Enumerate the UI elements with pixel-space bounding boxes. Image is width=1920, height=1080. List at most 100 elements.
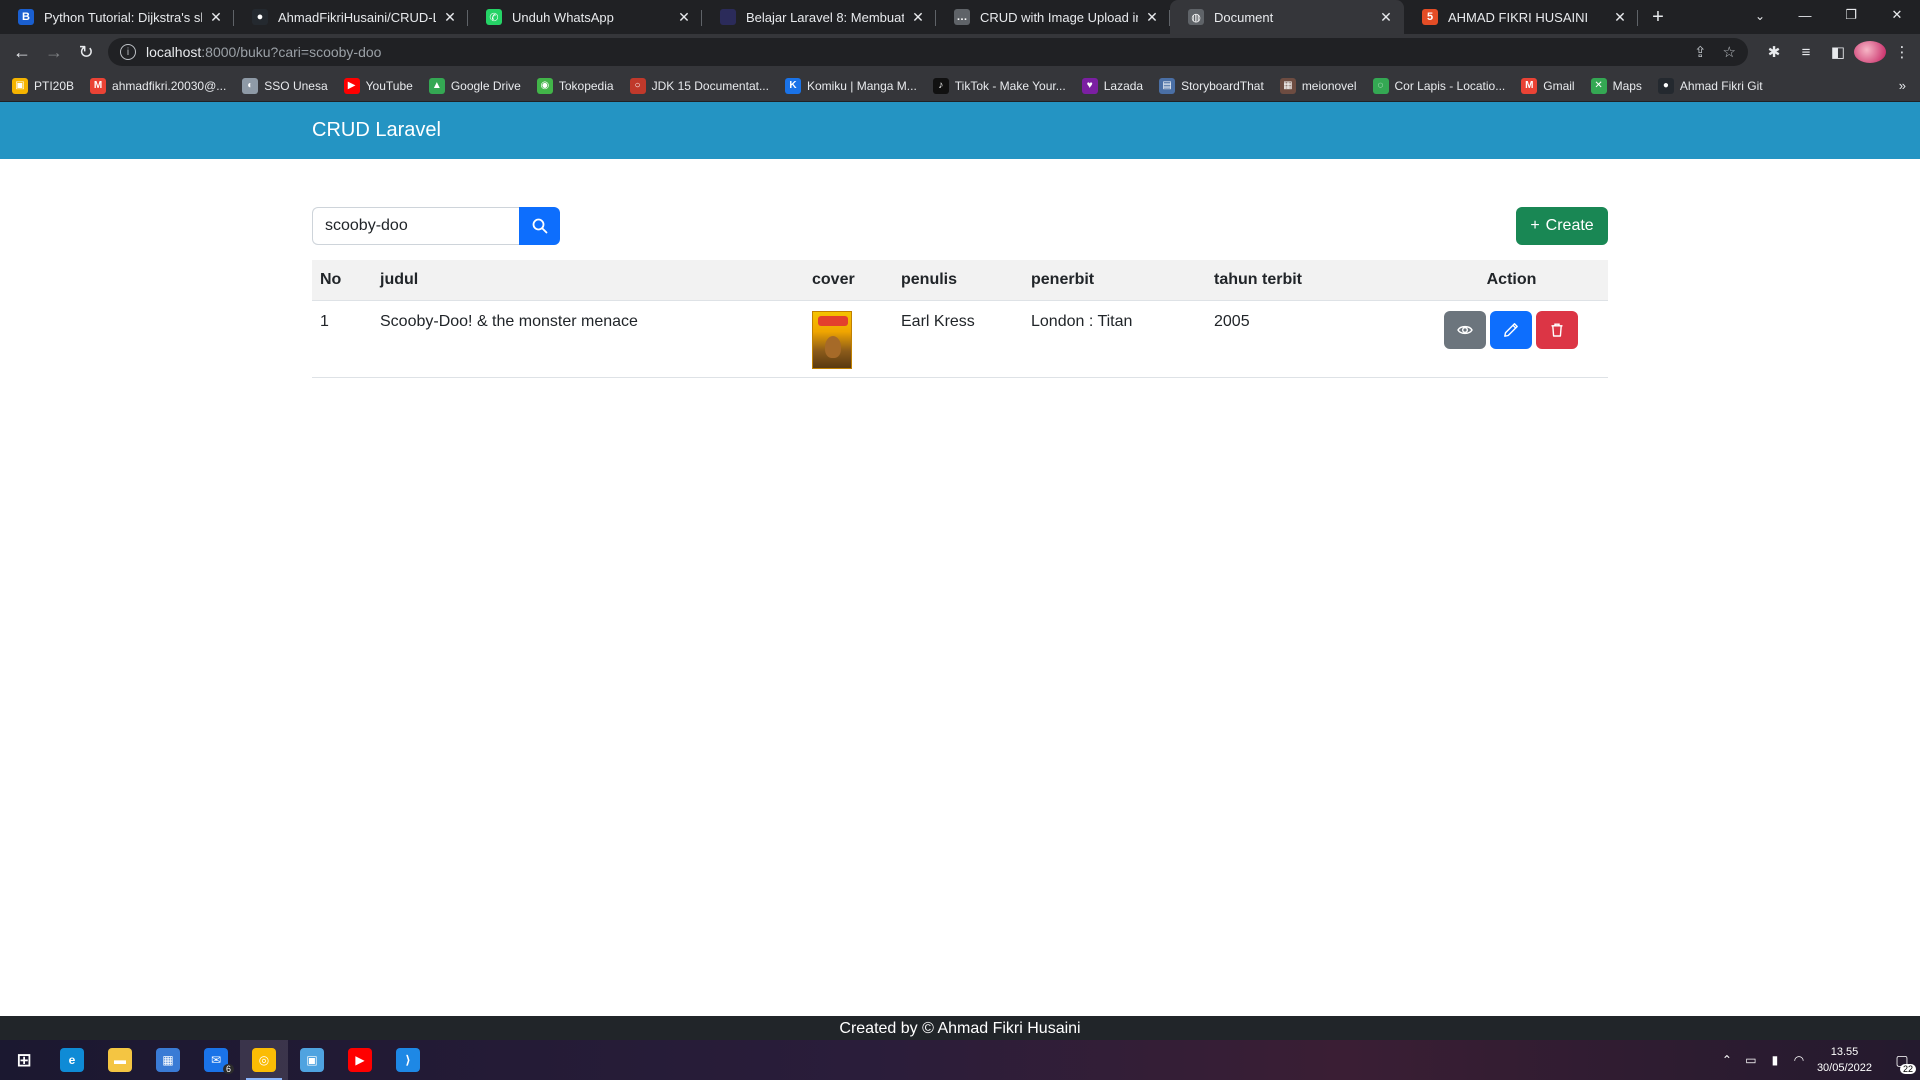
header-no: No <box>312 260 372 301</box>
tab-title: Document <box>1214 9 1274 25</box>
tab-close-icon[interactable]: ✕ <box>208 9 224 26</box>
create-button[interactable]: + Create <box>1516 207 1608 245</box>
bookmark-item[interactable]: ◉ Tokopedia <box>536 77 614 94</box>
browser-tab[interactable]: ◍ Document ✕ <box>1170 0 1404 34</box>
bookmark-label: Gmail <box>1543 78 1575 93</box>
search-input[interactable] <box>312 207 519 245</box>
tray-overflow-icon[interactable]: ⌃ <box>1715 1053 1739 1067</box>
tab-close-icon[interactable]: ✕ <box>1612 9 1628 26</box>
bookmark-item[interactable]: ✕ Maps <box>1590 77 1642 94</box>
bootstrap-b-icon: B <box>18 9 34 25</box>
youtube-app-icon: ▶ <box>348 1048 372 1072</box>
file-explorer-icon: ▬ <box>108 1048 132 1072</box>
app-badge: 6 <box>222 1064 234 1074</box>
new-tab-button[interactable]: + <box>1642 0 1674 34</box>
taskbar-app[interactable]: ▶ <box>336 1040 384 1080</box>
header-penerbit: penerbit <box>1023 260 1206 301</box>
bookmark-item[interactable]: ▶ YouTube <box>343 77 413 94</box>
create-button-label: Create <box>1545 217 1594 234</box>
header-penulis: penulis <box>893 260 1023 301</box>
navbar-brand[interactable]: CRUD Laravel <box>312 119 441 142</box>
bookmark-favicon-icon: ◌ <box>1372 77 1389 94</box>
bookmark-item[interactable]: ▦ meionovel <box>1279 77 1357 94</box>
bookmark-favicon-icon: ▦ <box>1279 77 1296 94</box>
forward-icon[interactable]: → <box>38 37 70 67</box>
battery-icon[interactable]: ▮ <box>1763 1053 1787 1067</box>
minimize-icon[interactable]: — <box>1782 0 1828 30</box>
bookmark-item[interactable]: ○ JDK 15 Documentat... <box>629 77 769 94</box>
meet-now-icon[interactable]: ▭ <box>1739 1053 1763 1067</box>
tab-close-icon[interactable]: ✕ <box>910 9 926 26</box>
tab-close-icon[interactable]: ✕ <box>1144 9 1160 26</box>
bookmark-label: PTI20B <box>34 78 75 93</box>
bookmark-favicon-icon: ○ <box>629 77 646 94</box>
bookmark-item[interactable]: ▣ PTI20B <box>12 77 75 94</box>
bookmark-item[interactable]: ♪ TikTok - Make Your... <box>932 77 1066 94</box>
reload-icon[interactable]: ↻ <box>70 37 102 67</box>
edit-button[interactable] <box>1490 310 1532 349</box>
extensions-icon[interactable]: ✱ <box>1758 43 1790 61</box>
edge-icon: e <box>60 1048 84 1072</box>
tab-close-icon[interactable]: ✕ <box>676 9 692 26</box>
chrome-icon: ◎ <box>252 1048 276 1072</box>
bookmark-item[interactable]: Mahmadfikri.20030@... <box>90 77 226 94</box>
bookmark-item[interactable]: ♥ Lazada <box>1081 77 1144 94</box>
menu-kebab-icon[interactable]: ⋮ <box>1886 43 1918 61</box>
reading-list-icon[interactable]: ≡ <box>1790 44 1822 61</box>
browser-tab[interactable]: ● AhmadFikriHusaini/CRUD-Larav ✕ <box>234 0 468 34</box>
share-icon[interactable]: ⇪ <box>1694 43 1707 61</box>
bookmark-item[interactable]: ● Ahmad Fikri Git <box>1657 77 1763 94</box>
bookmark-item[interactable]: M Gmail <box>1521 77 1575 94</box>
taskbar-app[interactable]: ⊞ <box>0 1040 48 1080</box>
browser-tab[interactable]: B Python Tutorial: Dijkstra's shorte ✕ <box>0 0 234 34</box>
browser-tab[interactable]: Belajar Laravel 8: Membuat Aplik ✕ <box>702 0 936 34</box>
close-window-icon[interactable]: ✕ <box>1874 0 1920 30</box>
browser-tab[interactable]: … CRUD with Image Upload in Lar ✕ <box>936 0 1170 34</box>
bookmark-label: Ahmad Fikri Git <box>1679 78 1763 93</box>
browser-tab[interactable]: 5 AHMAD FIKRI HUSAINI ✕ <box>1404 0 1638 34</box>
search-button[interactable] <box>519 207 560 245</box>
bookmark-favicon-icon: ▣ <box>12 77 28 94</box>
back-icon[interactable]: ← <box>6 37 38 67</box>
bookmark-star-icon[interactable]: ☆ <box>1723 43 1736 61</box>
tab-close-icon[interactable]: ✕ <box>1378 9 1394 26</box>
bookmark-label: Cor Lapis - Locatio... <box>1394 78 1506 93</box>
tab-search-icon[interactable]: ⌄ <box>1748 4 1772 28</box>
bookmark-item[interactable]: ◐ SSO Unesa <box>242 77 328 94</box>
store-icon: ▦ <box>156 1048 180 1072</box>
taskbar-app[interactable]: e <box>48 1040 96 1080</box>
bookmark-item[interactable]: K Komiku | Manga M... <box>784 77 917 94</box>
taskbar-app[interactable]: ▣ <box>288 1040 336 1080</box>
html5-icon: 5 <box>1422 9 1438 25</box>
taskbar-app[interactable]: ◎ <box>240 1040 288 1080</box>
tab-title: Python Tutorial: Dijkstra's shorte <box>44 9 202 25</box>
bookmark-label: Lazada <box>1103 78 1144 93</box>
cell-action <box>1415 300 1608 378</box>
bookmark-item[interactable]: ▤ StoryboardThat <box>1159 77 1264 94</box>
taskbar-app[interactable]: ▬ <box>96 1040 144 1080</box>
trash-icon <box>1551 323 1563 337</box>
wifi-icon[interactable]: ◠ <box>1787 1053 1811 1067</box>
site-info-icon[interactable]: i <box>120 44 136 60</box>
url-host: localhost <box>146 44 202 60</box>
browser-tab[interactable]: ✆ Unduh WhatsApp ✕ <box>468 0 702 34</box>
cell-penerbit: London : Titan <box>1023 300 1206 378</box>
notification-center-icon[interactable]: ▢ 22 <box>1884 1040 1920 1080</box>
profile-avatar[interactable] <box>1854 41 1886 63</box>
tab-title: AHMAD FIKRI HUSAINI <box>1448 9 1589 25</box>
bookmarks-overflow-icon[interactable]: » <box>1899 78 1906 93</box>
pencil-icon <box>1504 322 1518 337</box>
tab-close-icon[interactable]: ✕ <box>442 9 458 26</box>
system-clock[interactable]: 13.55 30/05/2022 <box>1817 1044 1872 1076</box>
bookmark-item[interactable]: ▲ Google Drive <box>428 77 521 94</box>
view-button[interactable] <box>1444 310 1486 349</box>
side-panel-icon[interactable]: ◧ <box>1822 43 1854 61</box>
delete-button[interactable] <box>1536 310 1578 349</box>
restore-icon[interactable]: ❐ <box>1828 0 1874 30</box>
taskbar-app[interactable]: ▦ <box>144 1040 192 1080</box>
window-controls: — ❐ ✕ <box>1782 0 1920 30</box>
taskbar-app[interactable]: ⟩ <box>384 1040 432 1080</box>
address-bar[interactable]: i localhost:8000/buku?cari=scooby-doo ⇪ … <box>108 38 1748 66</box>
bookmark-item[interactable]: ◌ Cor Lapis - Locatio... <box>1372 77 1506 94</box>
taskbar-app[interactable]: ✉ 6 <box>192 1040 240 1080</box>
